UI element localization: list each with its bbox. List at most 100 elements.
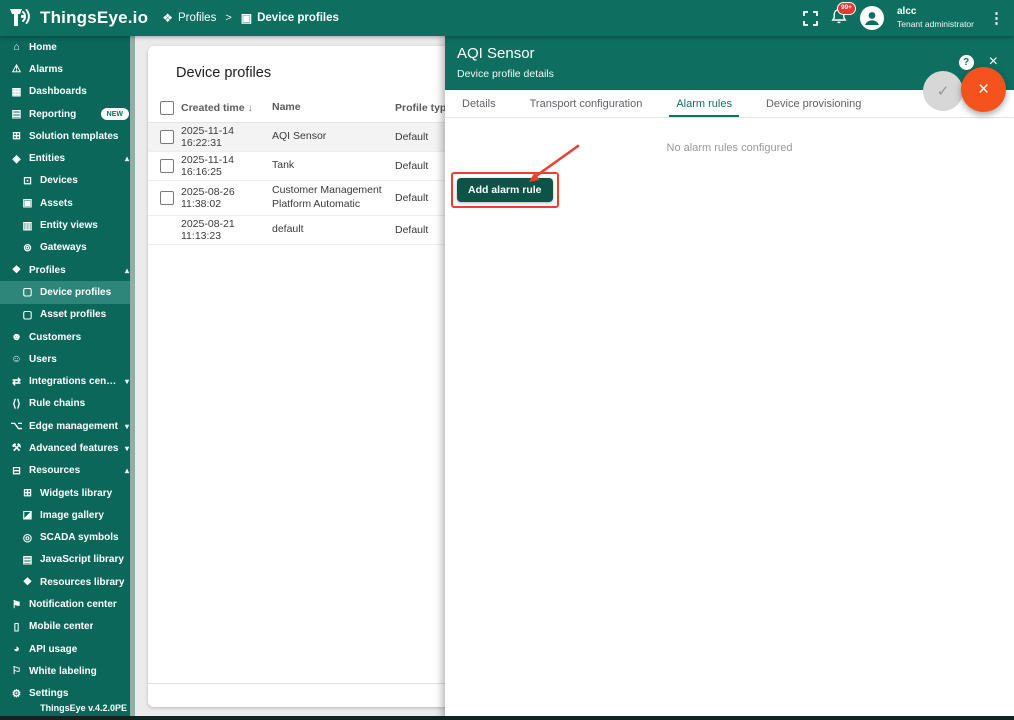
home-icon: ⌂ (10, 41, 23, 53)
sidebar-item-device-profiles[interactable]: ▢ Device profiles (0, 281, 135, 303)
alarm-rules-content: No alarm rules configured Add alarm rule (445, 118, 1014, 720)
integrations-icon: ⇄ (10, 376, 23, 388)
device-profiles-icon: ▢ (21, 286, 34, 298)
sidebar-item-resources-library[interactable]: ❖ Resources library (0, 571, 135, 593)
row-checkbox[interactable] (160, 159, 174, 173)
breadcrumb-separator: > (225, 12, 231, 24)
sidebar-item-label: API usage (29, 644, 77, 655)
sidebar-item-settings[interactable]: ⚙ Settings (0, 683, 135, 705)
select-all-checkbox[interactable] (160, 101, 174, 115)
cell-name: Tank (272, 159, 395, 173)
solution-templates-icon: ⊞ (10, 130, 23, 142)
sidebar-item-users[interactable]: ☺ Users (0, 348, 135, 370)
sidebar-item-alarms[interactable]: ⚠ Alarms (0, 58, 135, 80)
apply-changes-button[interactable]: ✓ (923, 71, 963, 111)
sidebar-item-entity-views[interactable]: ▥ Entity views (0, 214, 135, 236)
sort-desc-icon: ↓ (248, 103, 253, 114)
sidebar-item-notification-center[interactable]: ⚑ Notification center (0, 593, 135, 615)
empty-state-text: No alarm rules configured (445, 118, 1014, 154)
breadcrumb: ❖ Profiles > ▣ Device profiles (162, 11, 339, 25)
api-usage-icon: ◕ (10, 643, 23, 655)
add-alarm-rule-button[interactable]: Add alarm rule (457, 178, 553, 202)
scada-symbols-icon: ◎ (21, 532, 34, 544)
sidebar-item-profiles[interactable]: ❖ Profiles ▴ (0, 259, 135, 281)
sidebar-scrollbar[interactable] (130, 36, 135, 716)
tab-transport-configuration[interactable]: Transport configuration (513, 90, 660, 117)
sidebar-item-rule-chains[interactable]: ⟨⟩ Rule chains (0, 393, 135, 415)
breadcrumb-device-profiles[interactable]: ▣ Device profiles (241, 11, 339, 25)
chevron-up-icon: ▴ (125, 466, 129, 475)
app-version: ThingsEye v.4.2.0PE (40, 703, 127, 713)
sidebar-item-entities[interactable]: ◈ Entities ▴ (0, 147, 135, 169)
tab-device-provisioning[interactable]: Device provisioning (749, 90, 878, 117)
sidebar-item-label: Notification center (29, 599, 117, 610)
sidebar-item-advanced-features[interactable]: ⚒ Advanced features ▾ (0, 437, 135, 459)
user-info[interactable]: alcc Tenant administrator (897, 6, 974, 29)
device-profile-icon: ▣ (241, 11, 252, 25)
customers-icon: ☻ (10, 331, 23, 343)
sidebar-item-integrations-center[interactable]: ⇄ Integrations center ▾ (0, 370, 135, 392)
sidebar-item-label: Mobile center (29, 621, 93, 632)
sidebar-item-label: Customers (29, 332, 81, 343)
chevron-down-icon: ▾ (125, 377, 129, 386)
panel-title: AQI Sensor (457, 45, 1002, 62)
advanced-features-icon: ⚒ (10, 442, 23, 454)
annotation-highlight-box: Add alarm rule (451, 172, 559, 208)
sidebar-item-asset-profiles[interactable]: ▢ Asset profiles (0, 304, 135, 326)
sidebar-item-customers[interactable]: ☻ Customers (0, 326, 135, 348)
sidebar-item-mobile-center[interactable]: ▯ Mobile center (0, 616, 135, 638)
sidebar-item-label: Entities (29, 153, 65, 164)
app-logo[interactable]: ThingsEye.io (0, 7, 148, 29)
sidebar-item-white-labeling[interactable]: ⚐ White labeling (0, 660, 135, 682)
sidebar-item-home[interactable]: ⌂ Home (0, 36, 135, 58)
chevron-down-icon: ▾ (125, 422, 129, 431)
sidebar-item-dashboards[interactable]: ▦ Dashboards (0, 81, 135, 103)
tab-alarm-rules[interactable]: Alarm rules (659, 90, 749, 117)
sidebar-item-javascript-library[interactable]: ▤ JavaScript library (0, 549, 135, 571)
sidebar-item-image-gallery[interactable]: ◪ Image gallery (0, 504, 135, 526)
panel-subtitle: Device profile details (457, 68, 1002, 80)
cell-created-time: 2025-08-21 11:13:23 (181, 218, 272, 242)
sidebar-item-label: Gateways (40, 242, 87, 253)
tab-details[interactable]: Details (445, 90, 513, 117)
new-badge: NEW (101, 108, 129, 120)
row-checkbox[interactable] (160, 130, 174, 144)
fullscreen-icon[interactable] (803, 11, 818, 26)
sidebar-item-gateways[interactable]: ⊚ Gateways (0, 237, 135, 259)
header-actions: 99+ alcc Tenant administrator ⋮ (803, 6, 1014, 30)
kebab-menu-icon[interactable]: ⋮ (987, 9, 1006, 27)
notifications-button[interactable]: 99+ (831, 7, 847, 29)
row-checkbox[interactable] (160, 191, 174, 205)
sidebar-item-api-usage[interactable]: ◕ API usage (0, 638, 135, 660)
sidebar-item-label: Home (29, 42, 57, 53)
sidebar-item-label: Profiles (29, 265, 66, 276)
sidebar-item-label: Devices (40, 175, 78, 186)
sidebar-item-label: SCADA symbols (40, 532, 119, 543)
help-icon[interactable]: ? (959, 55, 974, 70)
avatar[interactable] (860, 6, 884, 30)
sidebar-item-solution-templates[interactable]: ⊞ Solution templates (0, 125, 135, 147)
sidebar-item-reporting[interactable]: ▤ Reporting NEW (0, 103, 135, 125)
sidebar-item-label: Resources library (40, 577, 125, 588)
sidebar-item-label: Entity views (40, 220, 98, 231)
cell-created-time: 2025-11-14 16:16:25 (181, 154, 272, 178)
sidebar-item-label: Image gallery (40, 510, 104, 521)
discard-changes-button[interactable]: × (961, 67, 1006, 112)
alarms-icon: ⚠ (10, 63, 23, 75)
sidebar-item-label: Resources (29, 465, 80, 476)
column-header-name[interactable]: Name (272, 101, 395, 115)
sidebar-item-scada-symbols[interactable]: ◎ SCADA symbols (0, 527, 135, 549)
javascript-library-icon: ▤ (21, 554, 34, 566)
column-header-created-time[interactable]: Created time↓ (181, 102, 272, 114)
sidebar-item-edge-management[interactable]: ⌥ Edge management ▾ (0, 415, 135, 437)
sidebar-item-devices[interactable]: ⊡ Devices (0, 170, 135, 192)
devices-icon: ⊡ (21, 175, 34, 187)
sidebar-item-resources[interactable]: ⊟ Resources ▴ (0, 460, 135, 482)
cell-created-time: 2025-11-14 16:22:31 (181, 125, 272, 149)
sidebar-item-label: Assets (40, 198, 73, 209)
entity-views-icon: ▥ (21, 220, 34, 232)
sidebar-item-label: Advanced features (29, 443, 118, 454)
breadcrumb-profiles[interactable]: ❖ Profiles (162, 11, 216, 25)
sidebar-item-widgets-library[interactable]: ⊞ Widgets library (0, 482, 135, 504)
sidebar-item-assets[interactable]: ▣ Assets (0, 192, 135, 214)
